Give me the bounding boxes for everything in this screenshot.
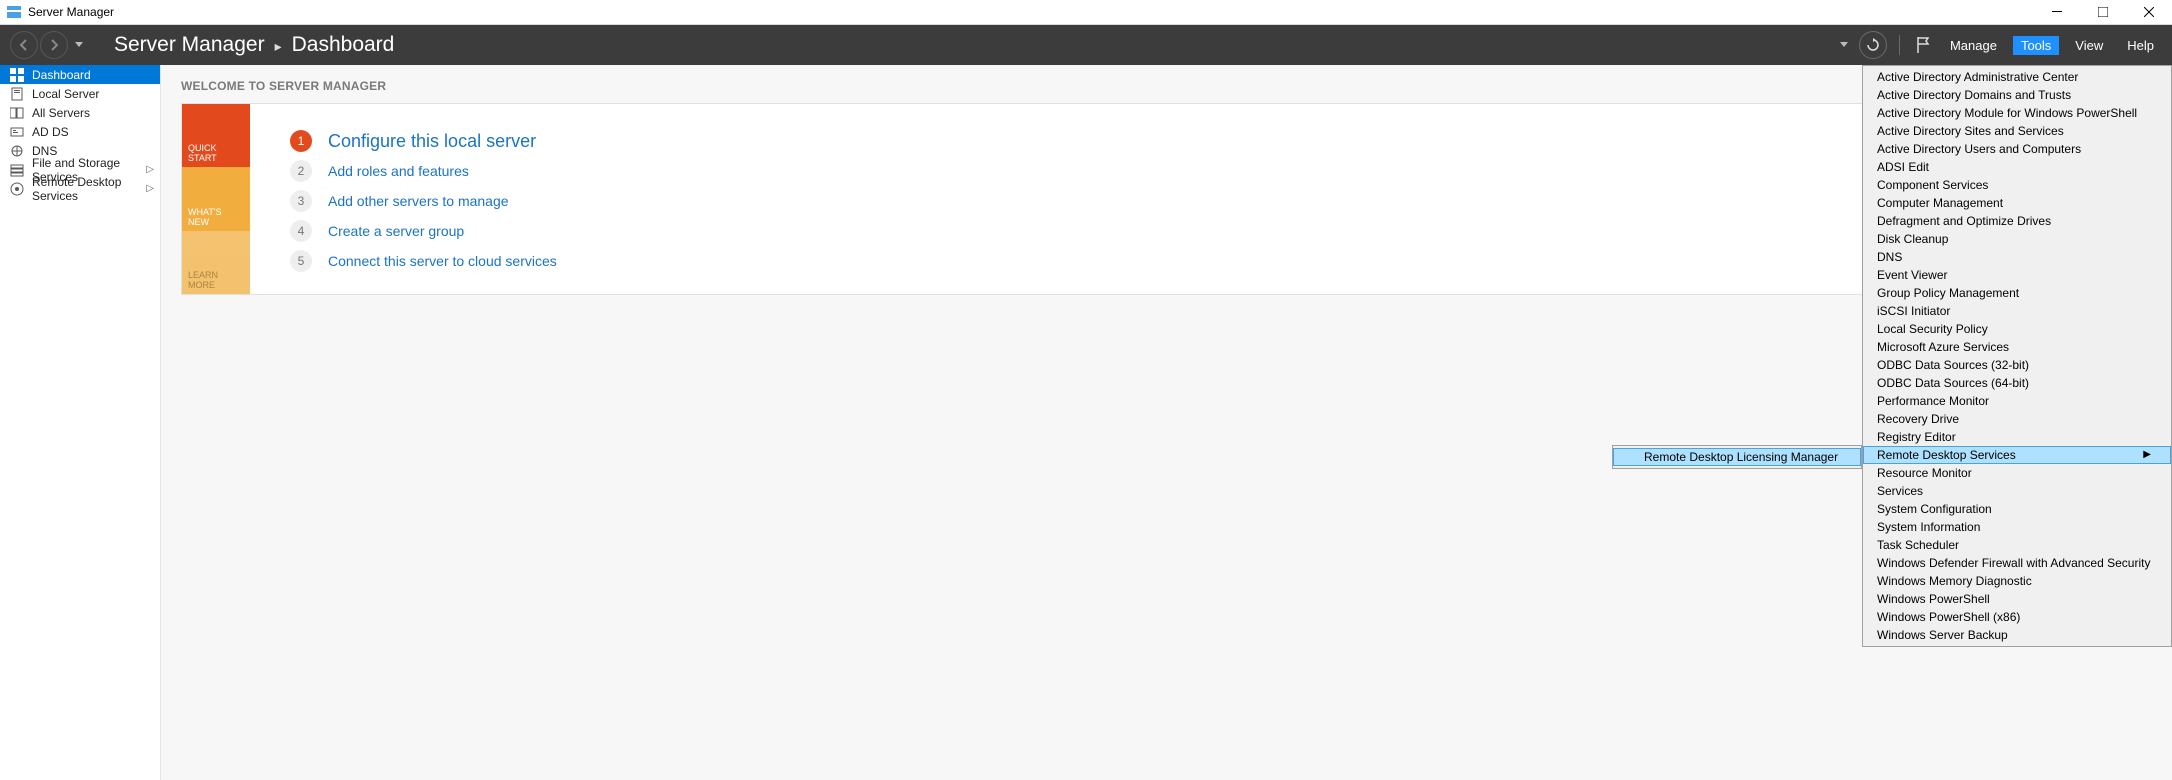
tools-menu-item[interactable]: System Configuration [1863,500,2171,518]
sidebar-item-local-server[interactable]: Local Server [0,84,160,103]
chevron-right-icon: ▸ [275,38,282,55]
refresh-button[interactable] [1859,31,1887,59]
tools-menu-item[interactable]: Active Directory Sites and Services [1863,122,2171,140]
tools-menu-item[interactable]: Windows Server Backup [1863,626,2171,644]
tools-menu-item[interactable]: Event Viewer [1863,266,2171,284]
sidebar-item-remote-desktop[interactable]: Remote Desktop Services ▷ [0,179,160,198]
divider [1899,35,1900,55]
app-icon [6,4,22,20]
link-server-group[interactable]: Create a server group [328,223,464,239]
tools-menu-item[interactable]: Microsoft Azure Services [1863,338,2171,356]
forward-button[interactable] [40,31,68,59]
tools-menu-item[interactable]: DNS [1863,248,2171,266]
tools-menu-item[interactable]: ODBC Data Sources (32-bit) [1863,356,2171,374]
tile-quick-start[interactable]: QUICK START [182,104,250,167]
menu-view[interactable]: View [2067,36,2111,55]
minimize-button[interactable] [2034,0,2080,24]
tools-menu: Active Directory Administrative CenterAc… [1862,65,2172,647]
chevron-right-icon: ▶ [2143,447,2151,463]
main-panel: WELCOME TO SERVER MANAGER QUICK START WH… [161,65,2172,780]
breadcrumb: Server Manager ▸ Dashboard [114,33,394,57]
chevron-right-icon: ▷ [146,183,154,194]
sidebar-item-all-servers[interactable]: All Servers [0,103,160,122]
link-add-servers[interactable]: Add other servers to manage [328,193,509,209]
step-number: 4 [290,220,312,242]
step-number: 1 [290,130,312,152]
tools-menu-item[interactable]: Registry Editor [1863,428,2171,446]
tools-menu-item[interactable]: ADSI Edit [1863,158,2171,176]
tools-menu-item[interactable]: Group Policy Management [1863,284,2171,302]
sidebar-item-label: Remote Desktop Services [32,175,138,203]
sidebar-item-ad-ds[interactable]: AD DS [0,122,160,141]
submenu-item-rd-licensing-manager[interactable]: Remote Desktop Licensing Manager [1613,448,1861,466]
tools-menu-item[interactable]: Active Directory Users and Computers [1863,140,2171,158]
titlebar: Server Manager [0,0,2172,25]
tools-menu-item[interactable]: Computer Management [1863,194,2171,212]
tools-menu-item[interactable]: Active Directory Domains and Trusts [1863,86,2171,104]
tools-menu-item[interactable]: iSCSI Initiator [1863,302,2171,320]
tools-menu-item[interactable]: Task Scheduler [1863,536,2171,554]
tools-menu-item[interactable]: ODBC Data Sources (64-bit) [1863,374,2171,392]
tools-menu-item[interactable]: System Information [1863,518,2171,536]
step-number: 3 [290,190,312,212]
link-cloud-services[interactable]: Connect this server to cloud services [328,253,557,269]
tools-menu-item[interactable]: Remote Desktop Services▶ [1863,446,2171,464]
dns-icon [10,144,24,158]
tile-whats-new[interactable]: WHAT'S NEW [182,167,250,230]
command-bar: Server Manager ▸ Dashboard Manage Tools … [0,25,2172,65]
tools-menu-item[interactable]: Local Security Policy [1863,320,2171,338]
window-title: Server Manager [28,5,114,19]
server-icon [10,87,24,101]
tools-menu-item[interactable]: Active Directory Administrative Center [1863,68,2171,86]
tools-menu-item[interactable]: Defragment and Optimize Drives [1863,212,2171,230]
sidebar: Dashboard Local Server All Servers AD DS… [0,65,161,780]
step-number: 2 [290,160,312,182]
tools-menu-item[interactable]: Active Directory Module for Windows Powe… [1863,104,2171,122]
link-add-roles[interactable]: Add roles and features [328,163,469,179]
maximize-button[interactable] [2080,0,2126,24]
tools-menu-item[interactable]: Disk Cleanup [1863,230,2171,248]
menu-manage[interactable]: Manage [1942,36,2005,55]
tools-menu-item[interactable]: Windows Defender Firewall with Advanced … [1863,554,2171,572]
tools-menu-item[interactable]: Windows PowerShell (x86) [1863,608,2171,626]
breadcrumb-current: Dashboard [292,33,395,57]
tools-menu-item[interactable]: Windows Memory Diagnostic [1863,572,2171,590]
tools-menu-item[interactable]: Recovery Drive [1863,410,2171,428]
tile-learn-more[interactable]: LEARN MORE [182,231,250,294]
task-dropdown[interactable] [1837,42,1851,48]
sidebar-item-dashboard[interactable]: Dashboard [0,65,160,84]
menu-tools[interactable]: Tools [2013,36,2059,55]
tools-menu-item[interactable]: Windows PowerShell [1863,590,2171,608]
sidebar-item-label: Local Server [32,87,99,101]
link-configure-local-server[interactable]: Configure this local server [328,131,536,152]
notifications-flag-icon[interactable] [1912,34,1934,56]
menu-help[interactable]: Help [2119,36,2162,55]
sidebar-item-label: AD DS [32,125,69,139]
tools-menu-item[interactable]: Performance Monitor [1863,392,2171,410]
storage-icon [10,163,24,177]
welcome-card: QUICK START WHAT'S NEW LEARN MORE 1 Conf… [181,103,2152,295]
history-dropdown[interactable] [72,42,86,48]
tools-submenu: Remote Desktop Licensing Manager [1612,445,1862,469]
breadcrumb-root[interactable]: Server Manager [114,33,265,57]
sidebar-item-label: All Servers [32,106,90,120]
close-button[interactable] [2126,0,2172,24]
servers-icon [10,106,24,120]
tools-menu-item[interactable]: Services [1863,482,2171,500]
dashboard-icon [10,68,24,82]
chevron-right-icon: ▷ [146,164,154,175]
rds-icon [10,182,24,196]
adds-icon [10,125,24,139]
back-button[interactable] [10,31,38,59]
step-number: 5 [290,250,312,272]
tools-menu-item[interactable]: Component Services [1863,176,2171,194]
tools-menu-item[interactable]: Resource Monitor [1863,464,2171,482]
sidebar-item-label: Dashboard [32,68,91,82]
